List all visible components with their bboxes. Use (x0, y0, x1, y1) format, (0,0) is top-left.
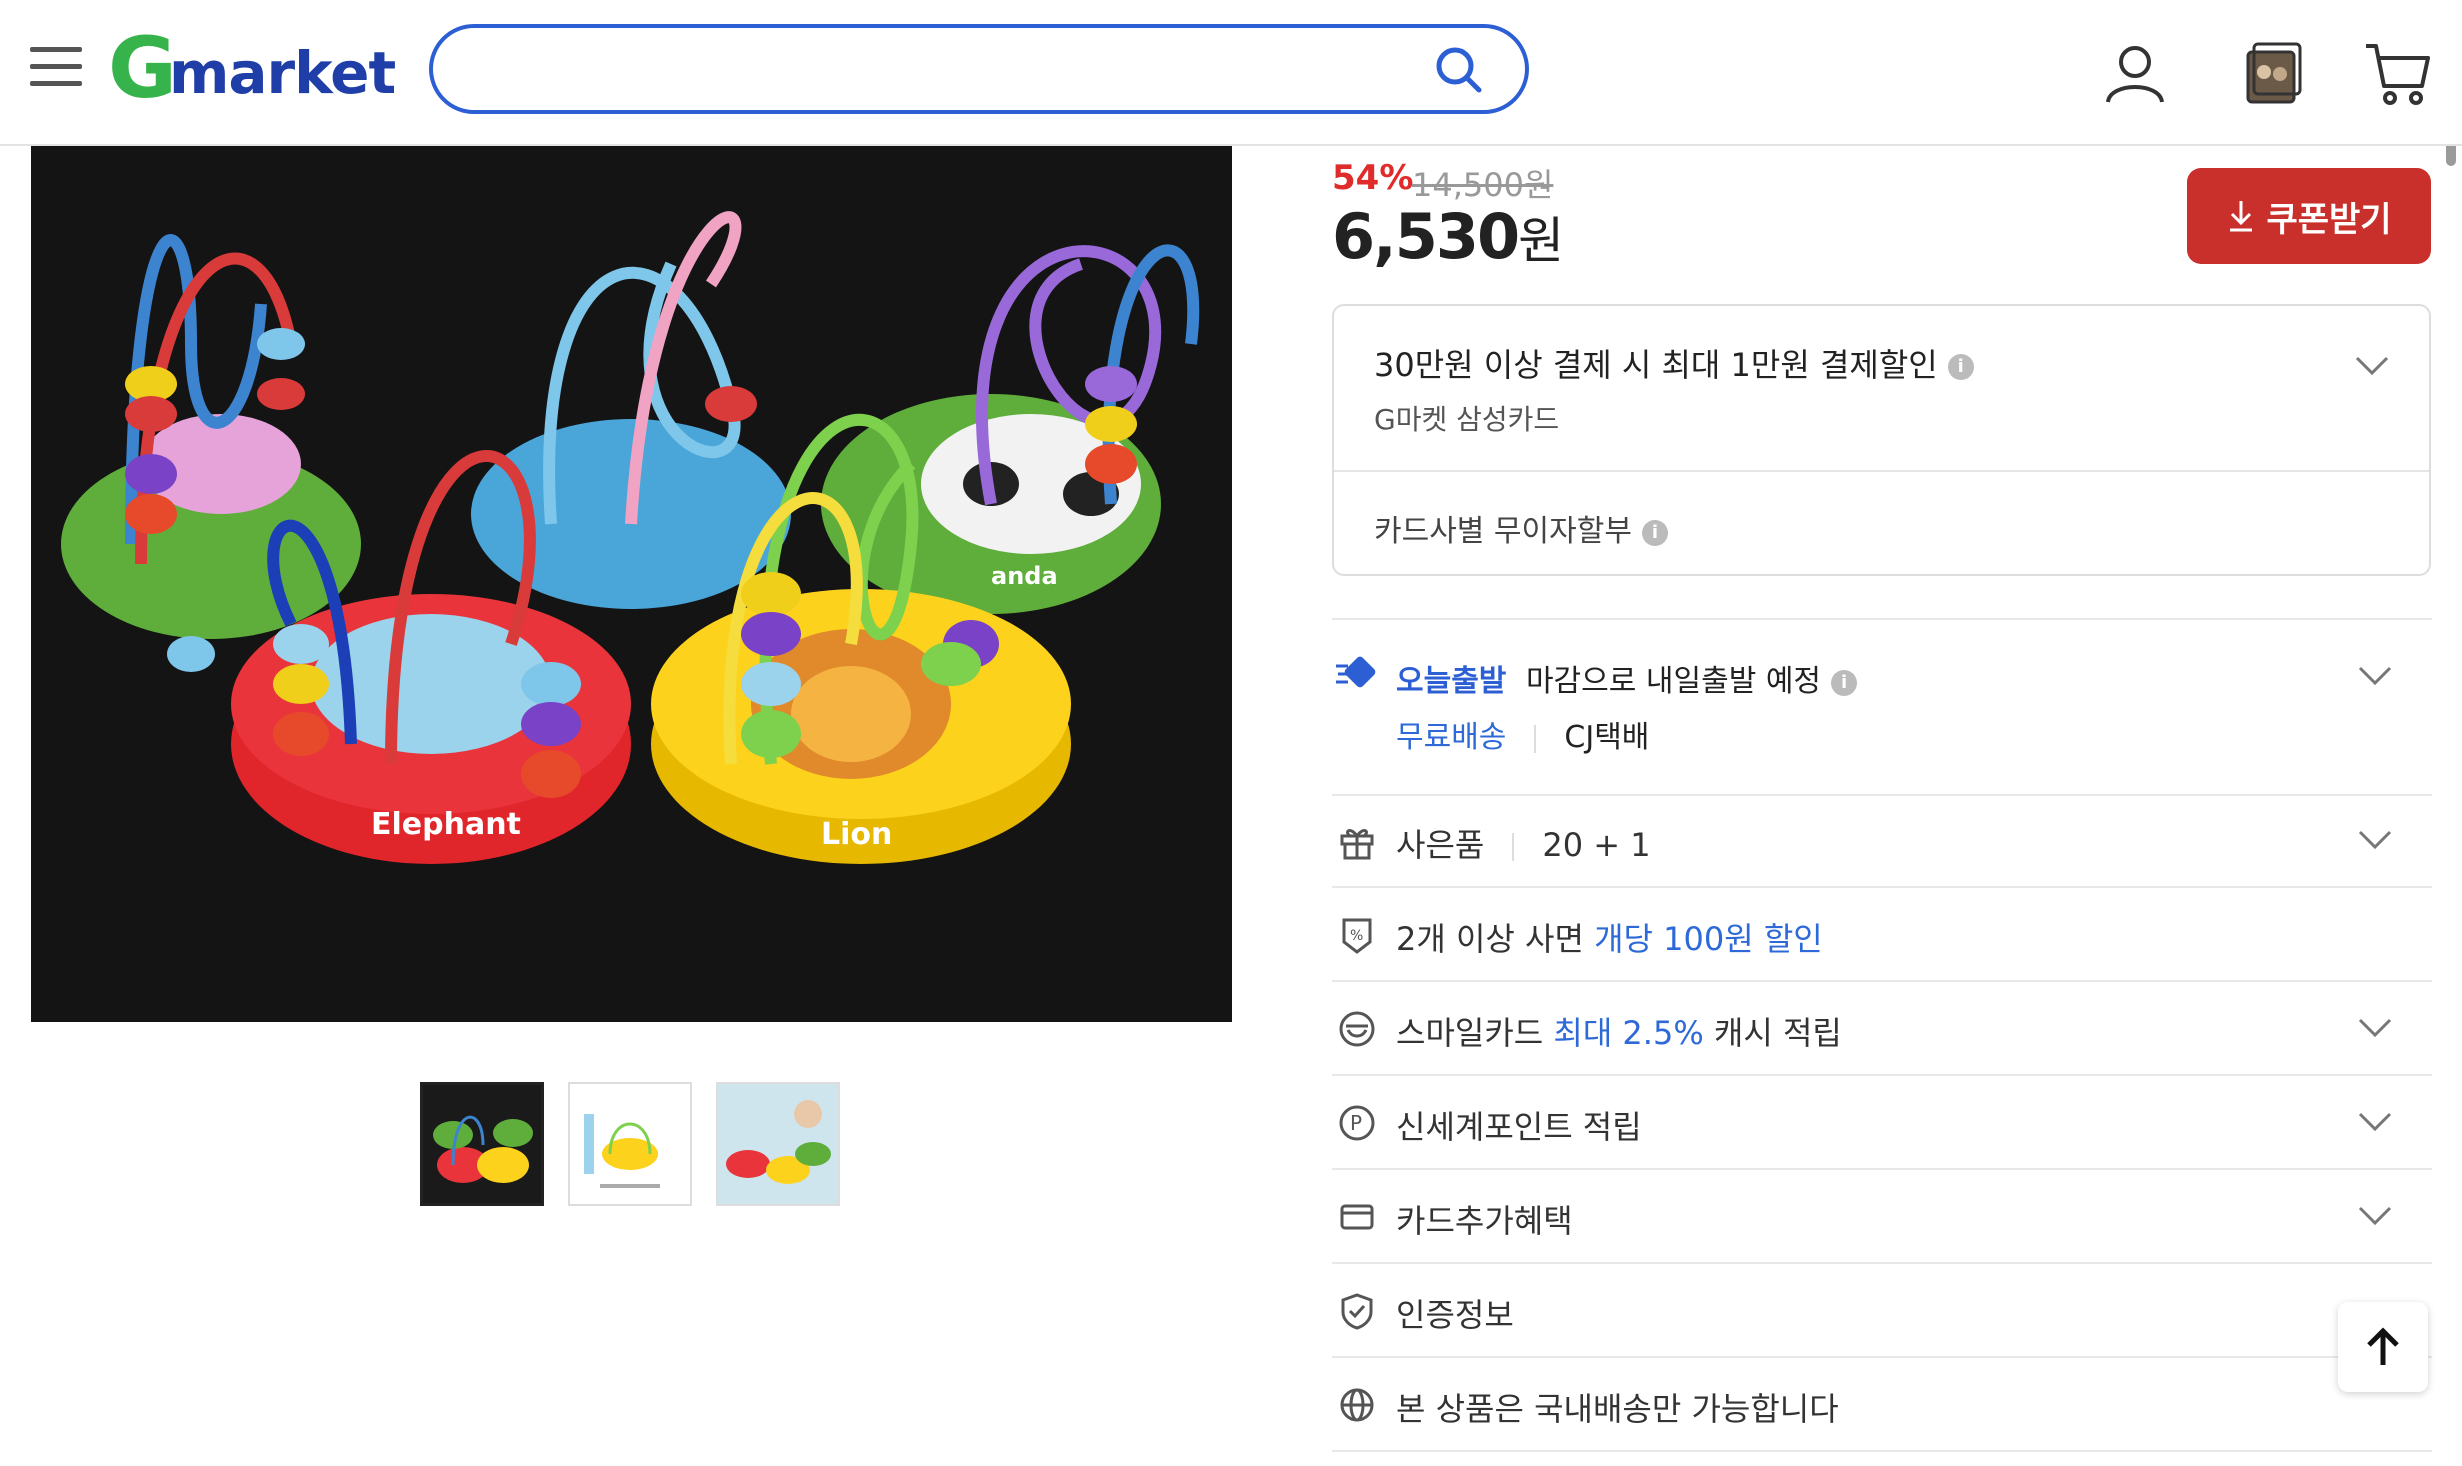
separator (1512, 833, 1515, 861)
discount-rate: 54% (1332, 158, 1414, 198)
shipping-details: 무료배송 CJ택배 (1396, 712, 1649, 756)
certification-text: 인증정보 (1396, 1296, 1514, 1334)
divider (1334, 470, 2429, 472)
globe-icon (1340, 1388, 1374, 1422)
gift-icon (1340, 829, 1374, 860)
chevron-down-icon[interactable] (2358, 1018, 2392, 1038)
search-bar[interactable] (429, 24, 1529, 114)
search-icon[interactable] (1433, 44, 1485, 96)
info-icon[interactable]: i (1831, 669, 1858, 696)
top-header: G market (0, 0, 2462, 146)
multi-buy-highlight: 개당 100원 할인 (1594, 920, 1823, 958)
cart-icon[interactable] (2362, 38, 2432, 108)
bead-maze-toy-illustration: Elephant Lion anda (31, 144, 1232, 1022)
certification-row[interactable]: 인증정보 (1332, 1264, 2432, 1358)
shield-check-icon (1341, 1293, 1373, 1330)
installment-text: 카드사별 무이자할부 (1374, 514, 1632, 549)
multi-buy-row[interactable]: % 2개 이상 사면 개당 100원 할인 (1332, 888, 2432, 982)
chevron-down-icon[interactable] (2358, 830, 2392, 850)
multi-buy-prefix: 2개 이상 사면 (1396, 920, 1584, 958)
menu-icon[interactable] (30, 47, 82, 87)
coupon-button-label: 쿠폰받기 (2266, 200, 2392, 239)
sale-price-number: 6,530 (1332, 200, 1520, 273)
credit-card-icon (1340, 1204, 1374, 1230)
domestic-shipping-text: 본 상품은 국내배송만 가능합니다 (1396, 1390, 1839, 1428)
info-icon[interactable]: i (1641, 519, 1668, 546)
user-icon[interactable] (2100, 38, 2170, 108)
installment-info: 카드사별 무이자할부 i (1374, 506, 1668, 550)
chevron-down-icon[interactable] (2358, 666, 2392, 686)
card-discount-box[interactable]: 30만원 이상 결제 시 최대 1만원 결제할인 i G마켓 삼성카드 카드사별 … (1332, 304, 2431, 576)
shipping-row[interactable]: 오늘출발 마감으로 내일출발 예정 i 무료배송 CJ택배 (1332, 618, 2432, 796)
card-name: G마켓 삼성카드 (1374, 403, 1560, 436)
download-icon (2230, 201, 2253, 232)
smile-card-row[interactable]: 스마일카드 최대 2.5% 캐시 적립 (1332, 982, 2432, 1076)
card-extra-text: 카드추가혜택 (1396, 1202, 1573, 1240)
product-main-image[interactable]: Elephant Lion anda (31, 144, 1232, 1022)
today-shipping-line: 오늘출발 마감으로 내일출발 예정 i (1396, 656, 1858, 700)
gift-value: 20 + 1 (1542, 826, 1651, 864)
image-label-panda: anda (991, 562, 1058, 590)
shipping-text: 마감으로 내일출발 예정 (1525, 664, 1822, 699)
recent-items-icon[interactable] (2236, 38, 2306, 108)
chevron-down-icon[interactable] (2358, 1112, 2392, 1132)
thumbnail-3[interactable] (716, 1082, 840, 1206)
coupon-download-button[interactable]: 쿠폰받기 (2187, 168, 2431, 264)
separator (1534, 724, 1537, 753)
search-input[interactable] (463, 38, 1427, 102)
multi-buy-text: 2개 이상 사면 개당 100원 할인 (1396, 914, 1823, 960)
smile-card-text: 스마일카드 최대 2.5% 캐시 적립 (1396, 1008, 1842, 1054)
thumbnail-1[interactable] (420, 1082, 544, 1206)
image-label-lion: Lion (821, 817, 892, 852)
image-label-elephant: Elephant (371, 807, 521, 842)
sale-price-unit: 원 (1518, 212, 1564, 270)
domestic-shipping-row: 본 상품은 국내배송만 가능합니다 (1332, 1358, 2432, 1452)
sale-price: 6,530원 (1332, 200, 1564, 273)
chevron-down-icon[interactable] (2355, 356, 2389, 376)
smile-highlight: 최대 2.5% (1553, 1014, 1704, 1052)
arrow-up-icon (2367, 1327, 2399, 1365)
thumbnail-strip (420, 1082, 840, 1206)
courier-label: CJ택배 (1564, 720, 1650, 755)
smile-prefix: 스마일카드 (1396, 1014, 1544, 1052)
logo-text: market (168, 39, 396, 107)
fast-delivery-icon (1336, 656, 1376, 688)
gift-label: 사은품 (1396, 826, 1485, 864)
gmarket-logo[interactable]: G market (108, 19, 396, 117)
card-discount-title: 30만원 이상 결제 시 최대 1만원 결제할인 i (1374, 340, 1974, 386)
shinsegae-point-row[interactable]: P 신세계포인트 적립 (1332, 1076, 2432, 1170)
logo-g: G (108, 19, 177, 117)
smile-suffix: 캐시 적립 (1713, 1014, 1842, 1052)
card-extra-benefit-row[interactable]: 카드추가혜택 (1332, 1170, 2432, 1264)
gift-text: 사은품 20 + 1 (1396, 820, 1651, 866)
card-discount-text: 30만원 이상 결제 시 최대 1만원 결제할인 (1374, 346, 1938, 384)
svg-text:%: % (1350, 928, 1363, 944)
chevron-down-icon[interactable] (2358, 1206, 2392, 1226)
smile-card-icon (1339, 1011, 1375, 1047)
svg-text:P: P (1350, 1111, 1362, 1135)
today-ship-badge: 오늘출발 (1396, 664, 1507, 699)
point-icon: P (1339, 1105, 1375, 1141)
gift-row[interactable]: 사은품 20 + 1 (1332, 794, 2432, 888)
scroll-to-top-button[interactable] (2338, 1302, 2428, 1392)
shinsegae-point-text: 신세계포인트 적립 (1396, 1108, 1642, 1146)
info-icon[interactable]: i (1947, 354, 1974, 380)
discount-badge-icon: % (1342, 918, 1372, 954)
free-shipping-label: 무료배송 (1396, 720, 1507, 755)
thumbnail-2[interactable] (568, 1082, 692, 1206)
